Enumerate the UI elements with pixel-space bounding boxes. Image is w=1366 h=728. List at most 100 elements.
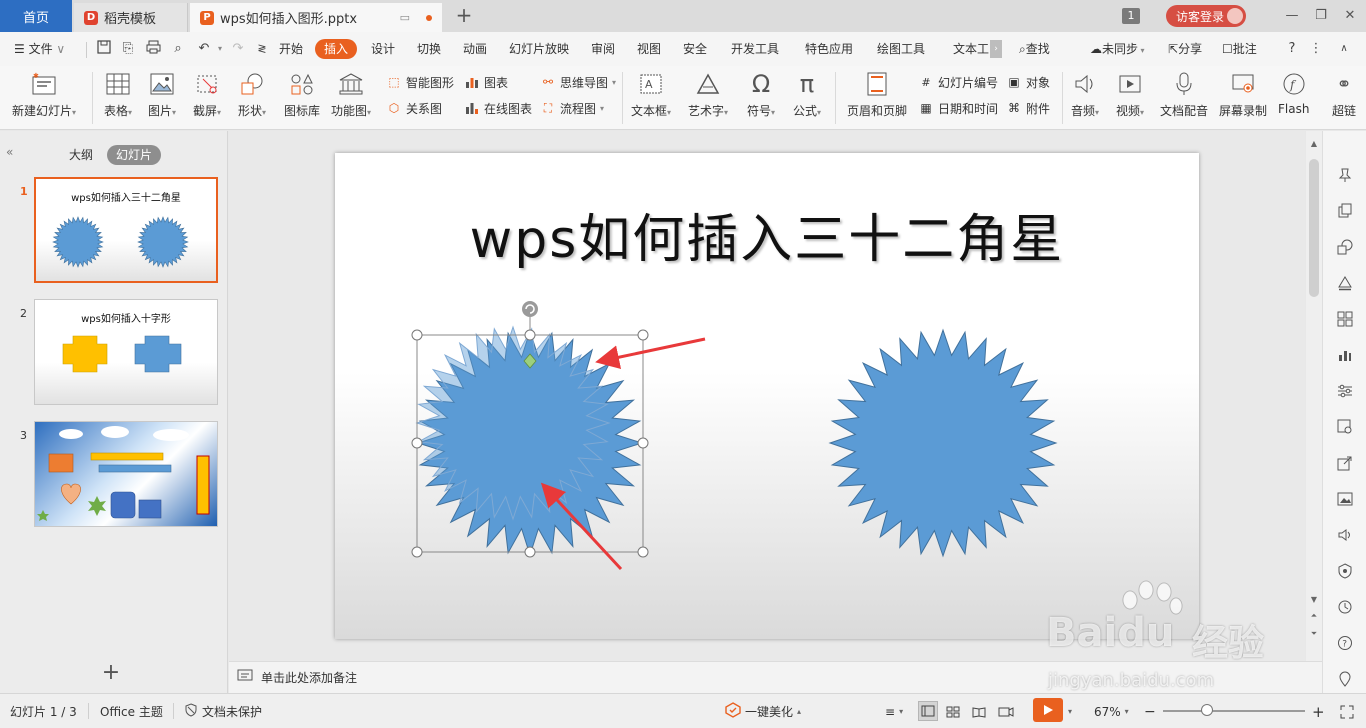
- save-icon[interactable]: [96, 40, 112, 58]
- datetime-button[interactable]: ▦ 日期和时间: [918, 98, 998, 118]
- page-up-icon[interactable]: ⏶: [1308, 611, 1320, 623]
- minimize-icon[interactable]: —: [1282, 6, 1302, 26]
- more-icon[interactable]: ⋮: [1308, 40, 1324, 58]
- slide-thumbnail-3[interactable]: [34, 421, 218, 527]
- menu-features[interactable]: 特色应用: [805, 39, 853, 59]
- scroll-thumb[interactable]: [1309, 159, 1319, 297]
- screen-record-button[interactable]: 屏幕录制: [1219, 70, 1267, 119]
- tab-outline[interactable]: 大纲: [60, 145, 102, 165]
- menu-design[interactable]: 设计: [371, 39, 395, 59]
- image-search-icon[interactable]: [1335, 417, 1355, 437]
- play-dropdown-icon[interactable]: ▾: [1068, 703, 1072, 721]
- beautify-button[interactable]: 一键美化 ▴: [725, 701, 801, 721]
- tab-templates[interactable]: D 稻壳模板: [74, 3, 188, 32]
- sliders-icon[interactable]: [1335, 381, 1355, 401]
- menu-animation[interactable]: 动画: [463, 39, 487, 59]
- zoom-slider-knob[interactable]: [1201, 704, 1213, 716]
- output-icon[interactable]: ⎘: [120, 40, 136, 58]
- file-menu[interactable]: ☰ 文件 ∨: [14, 39, 65, 59]
- sync-button[interactable]: ☁未同步 ▾: [1090, 39, 1145, 59]
- attachment-button[interactable]: ⌘ 附件: [1006, 98, 1050, 118]
- menu-insert[interactable]: 插入: [315, 39, 358, 59]
- zoom-in-icon[interactable]: +: [1312, 703, 1325, 721]
- zoom-out-icon[interactable]: −: [1144, 703, 1156, 721]
- hyperlink-button[interactable]: ⚭ 超链: [1330, 70, 1358, 119]
- fit-window-icon[interactable]: [1340, 703, 1354, 721]
- picture-button[interactable]: 图片▾: [148, 70, 176, 119]
- tab-slides[interactable]: 幻灯片: [107, 145, 162, 165]
- zoom-slider[interactable]: [1163, 710, 1305, 712]
- copy-icon[interactable]: [1335, 201, 1355, 221]
- menu-text-tools[interactable]: 文本工: [953, 39, 989, 59]
- login-button[interactable]: 访客登录: [1166, 5, 1246, 27]
- relation-button[interactable]: ⬡ 关系图: [386, 98, 442, 118]
- history-icon[interactable]: [1335, 597, 1355, 617]
- slide-thumbnail-2[interactable]: wps如何插入十字形: [34, 299, 218, 405]
- notes-toggle-icon[interactable]: ≡ ▾: [885, 703, 903, 721]
- tab-home[interactable]: 首页: [0, 0, 72, 32]
- menu-review[interactable]: 审阅: [591, 39, 615, 59]
- screenshot-button[interactable]: 截屏▾: [193, 70, 221, 119]
- audio-button[interactable]: 音频▾: [1071, 70, 1099, 119]
- monitor-icon[interactable]: ▭: [400, 11, 410, 24]
- undo-icon[interactable]: ↶: [196, 40, 212, 58]
- protect-status[interactable]: 文档未保护: [184, 702, 262, 721]
- close-icon[interactable]: ✕: [1340, 6, 1360, 26]
- restore-icon[interactable]: ❐: [1311, 6, 1331, 26]
- table-button[interactable]: 表格▾: [104, 70, 132, 119]
- online-chart-button[interactable]: 在线图表: [464, 98, 532, 118]
- slide-thumbnail-1[interactable]: wps如何插入三十二角星: [34, 177, 218, 283]
- menu-view[interactable]: 视图: [637, 39, 661, 59]
- new-tab-button[interactable]: +: [452, 4, 476, 28]
- add-slide-button[interactable]: +: [100, 662, 122, 685]
- fill-icon[interactable]: [1335, 273, 1355, 293]
- help-circle-icon[interactable]: ?: [1335, 633, 1355, 653]
- shield-icon[interactable]: [1335, 561, 1355, 581]
- grid-icon[interactable]: [1335, 309, 1355, 329]
- picture-icon[interactable]: [1335, 489, 1355, 509]
- shapes-icon[interactable]: [1335, 237, 1355, 257]
- chart-icon[interactable]: [1335, 345, 1355, 365]
- help-icon[interactable]: ?: [1284, 40, 1300, 58]
- play-slideshow-button[interactable]: [1033, 698, 1063, 722]
- menu-drawing-tools[interactable]: 绘图工具: [877, 39, 925, 59]
- audio-icon[interactable]: [1335, 525, 1355, 545]
- redo-icon[interactable]: ↷: [230, 40, 246, 58]
- formula-button[interactable]: π 公式▾: [793, 70, 821, 119]
- menu-home[interactable]: 开始: [279, 39, 303, 59]
- menu-scroll-right-icon[interactable]: ›: [990, 40, 1002, 58]
- location-icon[interactable]: [1335, 669, 1355, 689]
- collapse-panel-icon[interactable]: «: [6, 145, 13, 159]
- share-button[interactable]: ⇱分享: [1168, 39, 1202, 59]
- sorter-view-icon[interactable]: [946, 703, 960, 721]
- print-preview-icon[interactable]: ⌕: [170, 40, 186, 58]
- mind-map-button[interactable]: ⚯ 思维导图 ▾: [540, 72, 616, 92]
- comment-button[interactable]: ☐批注: [1222, 39, 1257, 59]
- notes-placeholder[interactable]: 单击此处添加备注: [261, 669, 357, 686]
- undo-dropdown-icon[interactable]: ▾: [212, 40, 228, 58]
- object-button[interactable]: ▣ 对象: [1006, 72, 1050, 92]
- export-icon[interactable]: [1335, 453, 1355, 473]
- video-button[interactable]: 视频▾: [1116, 70, 1144, 119]
- smart-graphic-button[interactable]: ⬚ 智能图形: [386, 72, 454, 92]
- pin-icon[interactable]: [1335, 165, 1355, 185]
- scroll-up-icon[interactable]: ▲: [1308, 139, 1320, 151]
- doc-dubbing-button[interactable]: 文档配音: [1160, 70, 1208, 119]
- zoom-level[interactable]: 67% ▾: [1094, 703, 1129, 721]
- function-chart-button[interactable]: 功能图▾: [331, 70, 371, 119]
- menu-developer[interactable]: 开发工具: [731, 39, 779, 59]
- customize-icon[interactable]: ≷: [254, 40, 270, 58]
- vertical-scrollbar[interactable]: ▲ ▼ ⏶ ⏷: [1306, 131, 1322, 661]
- menu-transition[interactable]: 切换: [417, 39, 441, 59]
- normal-view-icon[interactable]: [918, 701, 938, 721]
- flowchart-button[interactable]: ⛶ 流程图 ▾: [540, 98, 604, 118]
- reading-view-icon[interactable]: [972, 703, 986, 721]
- slide[interactable]: wps如何插入三十二角星: [335, 153, 1199, 639]
- theme-name[interactable]: Office 主题: [100, 703, 163, 721]
- wordart-button[interactable]: 艺术字▾: [688, 70, 728, 119]
- flash-button[interactable]: f Flash: [1278, 70, 1309, 116]
- print-icon[interactable]: [145, 40, 161, 58]
- star-shape-right[interactable]: [828, 328, 1058, 558]
- tab-file[interactable]: P wps如何插入图形.pptx ▭: [190, 3, 442, 32]
- search-button[interactable]: ⌕查找: [1019, 39, 1050, 59]
